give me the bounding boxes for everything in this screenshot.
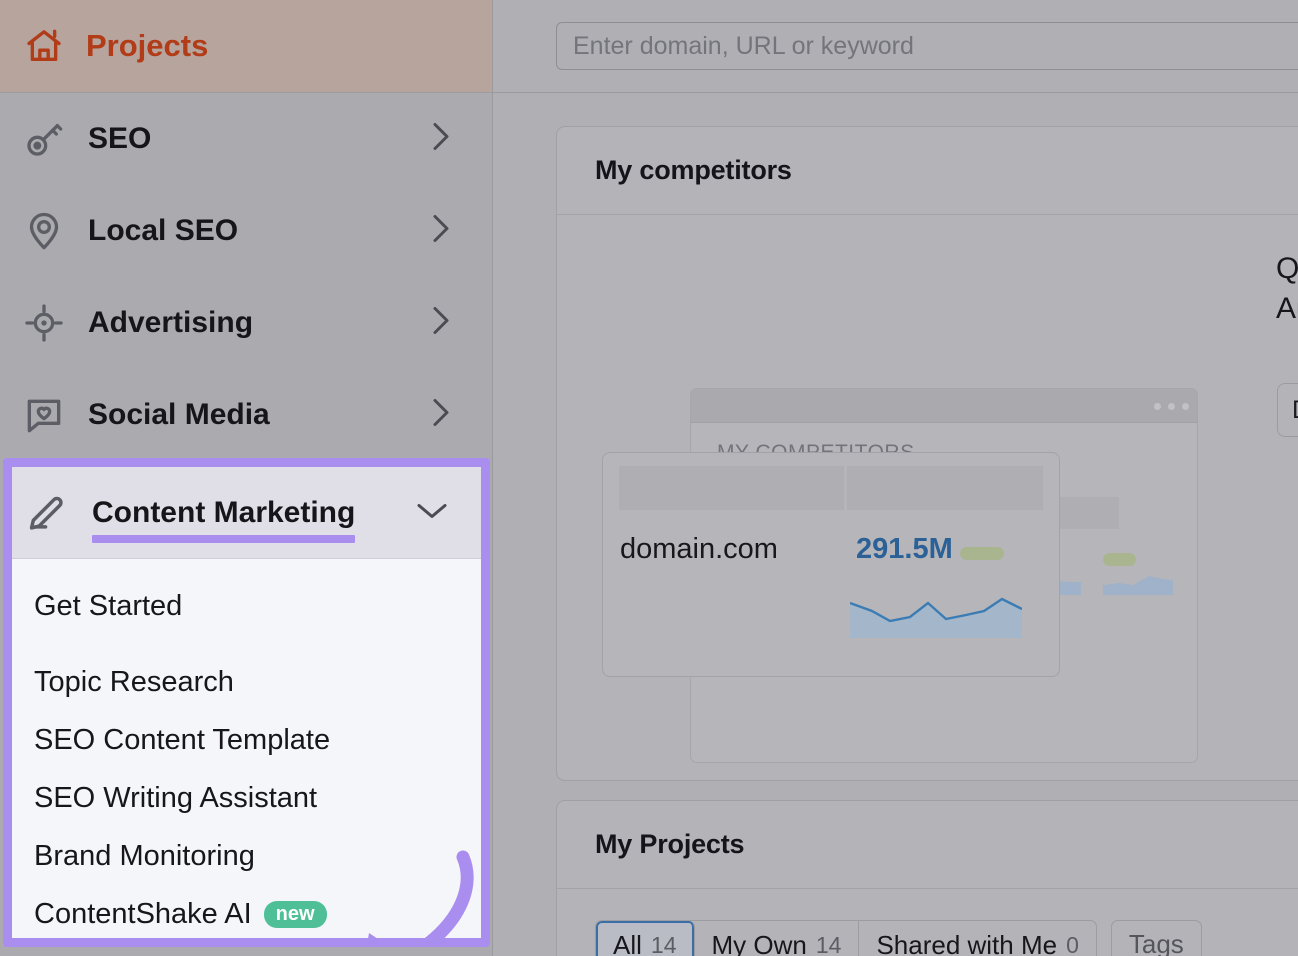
submenu-item-seo-content-template[interactable]: SEO Content Template bbox=[12, 711, 481, 769]
window-dot-icon bbox=[1168, 403, 1175, 410]
chevron-right-icon bbox=[430, 212, 452, 251]
chevron-down-icon[interactable] bbox=[415, 499, 449, 526]
sidebar-item-projects[interactable]: Projects bbox=[0, 0, 492, 93]
sidebar-item-local-seo[interactable]: Local SEO bbox=[0, 185, 492, 277]
tags-button-label: Tags bbox=[1128, 928, 1184, 956]
detail-card-header bbox=[619, 466, 1043, 510]
sidebar-item-content-marketing[interactable]: Content Marketing bbox=[12, 467, 481, 559]
chevron-right-icon bbox=[430, 120, 452, 159]
chat-heart-icon bbox=[22, 393, 66, 437]
competitor-detail-card: domain.com 291.5M bbox=[602, 452, 1060, 677]
right-panel-button-label: D bbox=[1292, 396, 1298, 425]
mock-cell bbox=[619, 466, 844, 510]
tab-all[interactable]: All 14 bbox=[596, 921, 695, 956]
submenu-item-get-started[interactable]: Get Started bbox=[12, 577, 481, 635]
competitor-traffic-value: 291.5M bbox=[856, 533, 953, 565]
tags-button[interactable]: Tags bbox=[1110, 920, 1202, 956]
page-title: My competitors bbox=[595, 155, 792, 185]
screen-root: My competitors MY COMPETITORS bbox=[0, 0, 1298, 956]
submenu-item-label: SEO Writing Assistant bbox=[34, 781, 318, 814]
sidebar-item-label: Content Marketing bbox=[92, 495, 356, 543]
content-marketing-submenu: Get Started Topic Research SEO Content T… bbox=[12, 559, 481, 938]
sidebar-item-label: Social Media bbox=[88, 398, 270, 431]
tab-label: My Own bbox=[711, 929, 807, 956]
tab-label: Shared with Me bbox=[876, 929, 1058, 956]
submenu-item-label: Get Started bbox=[34, 589, 183, 622]
submenu-item-seo-writing-assistant[interactable]: SEO Writing Assistant bbox=[12, 769, 481, 827]
trend-pill bbox=[960, 547, 1004, 560]
competitor-domain: domain.com bbox=[620, 533, 778, 565]
right-panel-line1: Q bbox=[1276, 252, 1298, 285]
search-input[interactable] bbox=[556, 22, 1298, 70]
tab-count: 14 bbox=[815, 931, 842, 956]
sidebar-item-seo[interactable]: SEO bbox=[0, 93, 492, 185]
pencil-icon bbox=[26, 491, 70, 535]
home-icon bbox=[22, 24, 66, 68]
mock-cell bbox=[847, 466, 1043, 510]
map-pin-icon bbox=[22, 209, 66, 253]
tab-my-own[interactable]: My Own 14 bbox=[695, 921, 860, 956]
sidebar-item-social-media[interactable]: Social Media bbox=[0, 369, 492, 461]
window-dot-icon bbox=[1154, 403, 1161, 410]
sidebar-item-label: Advertising bbox=[88, 306, 254, 339]
chevron-right-icon bbox=[430, 396, 452, 435]
submenu-item-label: SEO Content Template bbox=[34, 723, 331, 756]
tab-count: 0 bbox=[1066, 931, 1079, 956]
sidebar-item-advertising[interactable]: Advertising bbox=[0, 277, 492, 369]
sidebar-item-label: Local SEO bbox=[88, 214, 239, 247]
tab-group: All 14 My Own 14 Shared with Me 0 bbox=[595, 920, 1097, 956]
tab-count: 14 bbox=[650, 931, 677, 956]
traffic-area-chart bbox=[850, 597, 1022, 638]
sidebar-item-label: SEO bbox=[88, 122, 152, 155]
project-filter-tabs: All 14 My Own 14 Shared with Me 0 Tags bbox=[595, 920, 1202, 956]
my-competitors-card: My competitors MY COMPETITORS bbox=[556, 126, 1298, 781]
status-chip bbox=[1103, 553, 1136, 566]
submenu-item-brand-monitoring[interactable]: Brand Monitoring bbox=[12, 827, 481, 885]
active-underline bbox=[92, 534, 356, 543]
card-header: My Projects bbox=[557, 801, 1298, 889]
competitors-illustration: MY COMPETITORS bbox=[557, 215, 1298, 781]
mock-cell bbox=[1056, 497, 1119, 529]
submenu-item-label: Brand Monitoring bbox=[34, 839, 255, 872]
right-panel-button[interactable]: D bbox=[1277, 383, 1298, 437]
submenu-item-contentshake-ai[interactable]: ContentShake AI new bbox=[12, 885, 481, 938]
sparkline-chart bbox=[1103, 576, 1173, 595]
browser-titlebar bbox=[691, 389, 1197, 423]
my-projects-title: My Projects bbox=[595, 829, 745, 859]
right-panel-line2: Au bbox=[1276, 292, 1298, 325]
submenu-item-label: ContentShake AI bbox=[34, 897, 252, 930]
content-marketing-text: Content Marketing bbox=[92, 495, 356, 529]
chevron-right-icon bbox=[430, 304, 452, 343]
card-header: My competitors bbox=[557, 127, 1298, 215]
content-marketing-highlight: Content Marketing Get Started Topic Rese… bbox=[3, 458, 490, 947]
status-badge: new bbox=[263, 900, 327, 928]
my-projects-card: My Projects All 14 My Own 14 Shared with… bbox=[556, 800, 1298, 956]
submenu-item-label: Topic Research bbox=[34, 665, 234, 698]
target-icon bbox=[22, 301, 66, 345]
tab-label: All bbox=[613, 929, 642, 956]
submenu-item-topic-research[interactable]: Topic Research bbox=[12, 653, 481, 711]
window-dot-icon bbox=[1182, 403, 1189, 410]
tab-shared-with-me[interactable]: Shared with Me 0 bbox=[859, 921, 1095, 956]
sidebar-item-label: Projects bbox=[86, 28, 209, 63]
key-icon bbox=[22, 117, 66, 161]
